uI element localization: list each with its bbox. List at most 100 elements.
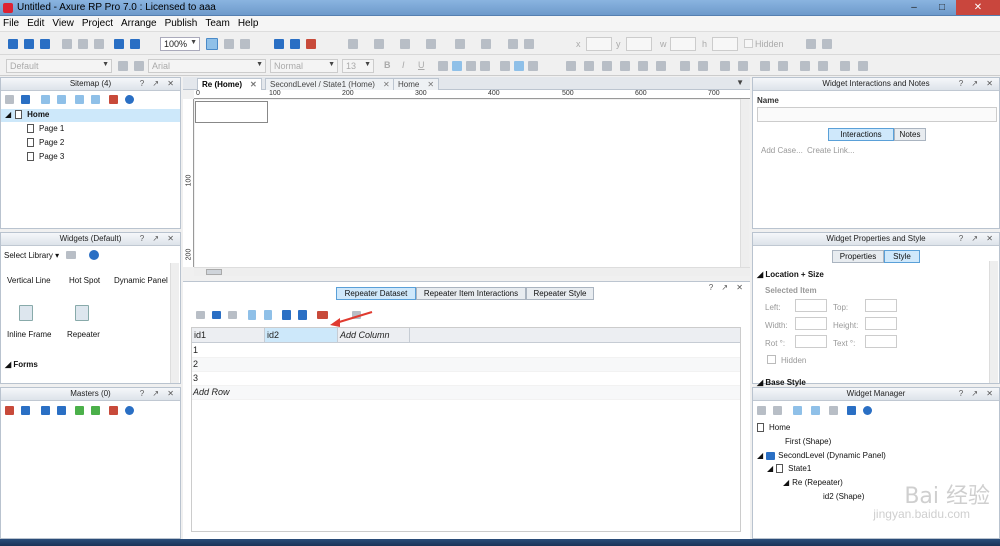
close-icon[interactable]: ✕ <box>250 80 257 89</box>
widget-hot-spot[interactable]: Hot Spot <box>69 276 100 285</box>
font-select[interactable]: Arial ▼ <box>148 59 266 73</box>
height-field[interactable] <box>865 317 897 330</box>
lock-icon[interactable] <box>800 61 810 71</box>
distribute-icon[interactable] <box>524 39 534 49</box>
close-icon[interactable]: ✕ <box>383 80 390 89</box>
redo-icon[interactable] <box>130 39 140 49</box>
add-row-icon[interactable] <box>196 311 205 319</box>
style-edit-icon[interactable] <box>134 61 144 71</box>
delete-icon[interactable] <box>109 95 118 104</box>
select-pointer-icon[interactable] <box>206 38 218 50</box>
search-icon[interactable] <box>125 406 134 415</box>
duplicate-state-icon[interactable] <box>773 406 782 415</box>
sitemap-item-home[interactable]: ◢ Home <box>1 109 180 122</box>
maximize-button[interactable]: □ <box>928 0 956 15</box>
add-folder-icon[interactable] <box>21 406 30 415</box>
minimize-button[interactable]: – <box>900 0 928 15</box>
name-input[interactable] <box>757 107 997 122</box>
delete-column-icon[interactable] <box>317 311 328 319</box>
widget-dynamic-panel[interactable]: Dynamic Panel <box>114 276 168 285</box>
tab-repeater-style[interactable]: Repeater Style <box>526 287 594 300</box>
h-field[interactable] <box>712 37 738 51</box>
align-objects-top-icon[interactable] <box>620 61 630 71</box>
widget-tree-item[interactable]: ◢ State1 <box>767 464 811 474</box>
cut-icon[interactable] <box>62 39 72 49</box>
ungroup-icon[interactable] <box>806 39 816 49</box>
left-field[interactable] <box>795 299 827 312</box>
repeater-widget[interactable] <box>195 101 268 123</box>
align-justify-icon[interactable] <box>480 61 490 71</box>
panel-controls[interactable]: ? ↗ ✕ <box>959 388 996 400</box>
menu-arrange[interactable]: Arrange <box>121 18 157 29</box>
repeater-dataset-grid[interactable]: id1 id2 Add Column 1 2 3 Add Row <box>191 327 741 532</box>
panel-controls[interactable]: ? ↗ ✕ <box>140 78 177 90</box>
close-icon[interactable]: ✕ <box>427 80 434 89</box>
bring-front-icon[interactable] <box>720 61 730 71</box>
valign-top-icon[interactable] <box>500 61 510 71</box>
table-row[interactable]: 3 <box>192 372 740 386</box>
valign-bottom-icon[interactable] <box>528 61 538 71</box>
x-field[interactable] <box>586 37 612 51</box>
table-row[interactable]: 1 <box>192 344 740 358</box>
canvas-hscroll[interactable] <box>194 267 750 276</box>
send-back-icon[interactable] <box>738 61 748 71</box>
copy-icon[interactable] <box>78 39 88 49</box>
hidden-checkbox[interactable] <box>767 355 776 364</box>
menu-team[interactable]: Team <box>205 18 229 29</box>
line-width-icon[interactable] <box>400 39 410 49</box>
crop-icon[interactable] <box>240 39 250 49</box>
valign-middle-icon[interactable] <box>514 61 524 71</box>
text-rotation-field[interactable] <box>865 335 897 348</box>
tab-repeater-dataset[interactable]: Repeater Dataset <box>336 287 416 300</box>
align-objects-bottom-icon[interactable] <box>656 61 666 71</box>
move-up-icon[interactable] <box>41 95 50 104</box>
column-header-id1[interactable]: id1 <box>192 328 265 343</box>
zoom-select[interactable]: 100% ▼ <box>160 37 200 51</box>
sitemap-item-page1[interactable]: Page 1 <box>27 124 64 134</box>
save-icon[interactable] <box>40 39 50 49</box>
menu-icon[interactable] <box>66 251 76 259</box>
line-color-icon[interactable] <box>374 39 384 49</box>
paint-bucket-icon[interactable] <box>455 39 465 49</box>
widget-tree-item[interactable]: id2 (Shape) <box>823 492 864 501</box>
location-size-section[interactable]: ◢ Location + Size <box>757 270 824 279</box>
font-size-select[interactable]: 13 ▼ <box>342 59 374 73</box>
move-down-icon[interactable] <box>57 406 66 415</box>
panel-controls[interactable]: ? ↗ ✕ <box>140 388 177 400</box>
select-library-dropdown[interactable]: Select Library ▾ <box>4 251 59 260</box>
group-objects-icon[interactable] <box>840 61 850 71</box>
font-weight-select[interactable]: Normal ▼ <box>270 59 338 73</box>
fill-color-icon[interactable] <box>348 39 358 49</box>
format-painter-icon[interactable] <box>118 61 128 71</box>
widget-tree-item[interactable]: ◢ Re (Repeater) <box>783 478 843 487</box>
align-center-icon[interactable] <box>452 61 462 71</box>
add-page-icon[interactable] <box>5 95 14 104</box>
design-canvas[interactable] <box>195 100 740 267</box>
add-folder-icon[interactable] <box>21 95 30 104</box>
send-backward-icon[interactable] <box>778 61 788 71</box>
bring-forward-icon[interactable] <box>760 61 770 71</box>
move-down-icon[interactable] <box>57 95 66 104</box>
insert-column-icon[interactable] <box>298 310 307 320</box>
search-icon[interactable] <box>863 406 872 415</box>
tab-re-home[interactable]: Re (Home) ✕ <box>197 78 262 90</box>
widget-tree-item[interactable]: ◢ SecondLevel (Dynamic Panel) <box>757 451 886 460</box>
top-field[interactable] <box>865 299 897 312</box>
insert-row-icon[interactable] <box>212 311 221 319</box>
column-header-id2[interactable]: id2 <box>265 328 338 343</box>
widget-vertical-line[interactable]: Vertical Line <box>7 276 51 285</box>
filter-icon[interactable] <box>847 406 856 415</box>
panel-controls[interactable]: ? ↗ ✕ <box>959 78 996 90</box>
tab-secondlevel[interactable]: SecondLevel / State1 (Home) ✕ <box>265 78 395 90</box>
menu-edit[interactable]: Edit <box>27 18 44 29</box>
align-objects-center-icon[interactable] <box>584 61 594 71</box>
properties-scrollbar[interactable] <box>989 261 998 383</box>
generate-icon[interactable] <box>306 39 316 49</box>
bold-button[interactable]: B <box>384 60 391 70</box>
tab-home[interactable]: Home ✕ <box>393 78 440 90</box>
widgets-scrollbar[interactable] <box>170 263 179 383</box>
unlock-icon[interactable] <box>818 61 828 71</box>
underline-button[interactable]: U <box>418 60 425 70</box>
distribute-horizontal-icon[interactable] <box>680 61 690 71</box>
add-row[interactable]: Add Row <box>192 386 740 400</box>
